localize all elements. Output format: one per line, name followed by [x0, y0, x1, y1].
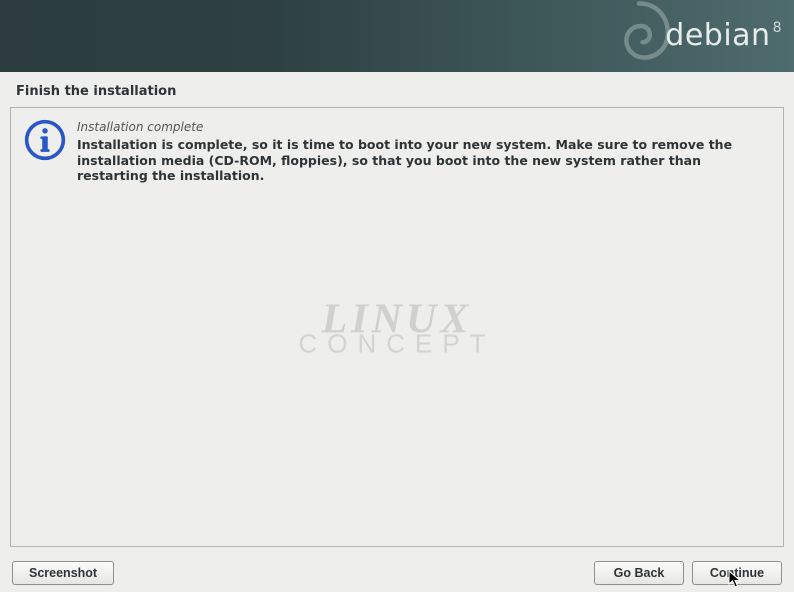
go-back-button[interactable]: Go Back	[594, 561, 684, 585]
screenshot-button[interactable]: Screenshot	[12, 561, 114, 585]
watermark: LINUX CONCEPT	[298, 304, 495, 353]
brand-logo-text: debian8	[665, 18, 780, 53]
brand-version: 8	[773, 20, 782, 36]
message-subtitle: Installation complete	[77, 118, 771, 134]
header-banner: debian8	[0, 0, 794, 72]
content-panel: Installation complete Installation is co…	[10, 107, 784, 547]
brand-name: debian	[665, 18, 770, 53]
watermark-line2: CONCEPT	[298, 335, 495, 354]
footer-bar: Screenshot Go Back Continue	[0, 554, 794, 592]
page-title: Finish the installation	[0, 72, 794, 107]
continue-button[interactable]: Continue	[692, 561, 782, 585]
message-body: Installation is complete, so it is time …	[77, 137, 737, 184]
info-icon	[23, 118, 67, 162]
watermark-line1: LINUX	[298, 304, 495, 334]
